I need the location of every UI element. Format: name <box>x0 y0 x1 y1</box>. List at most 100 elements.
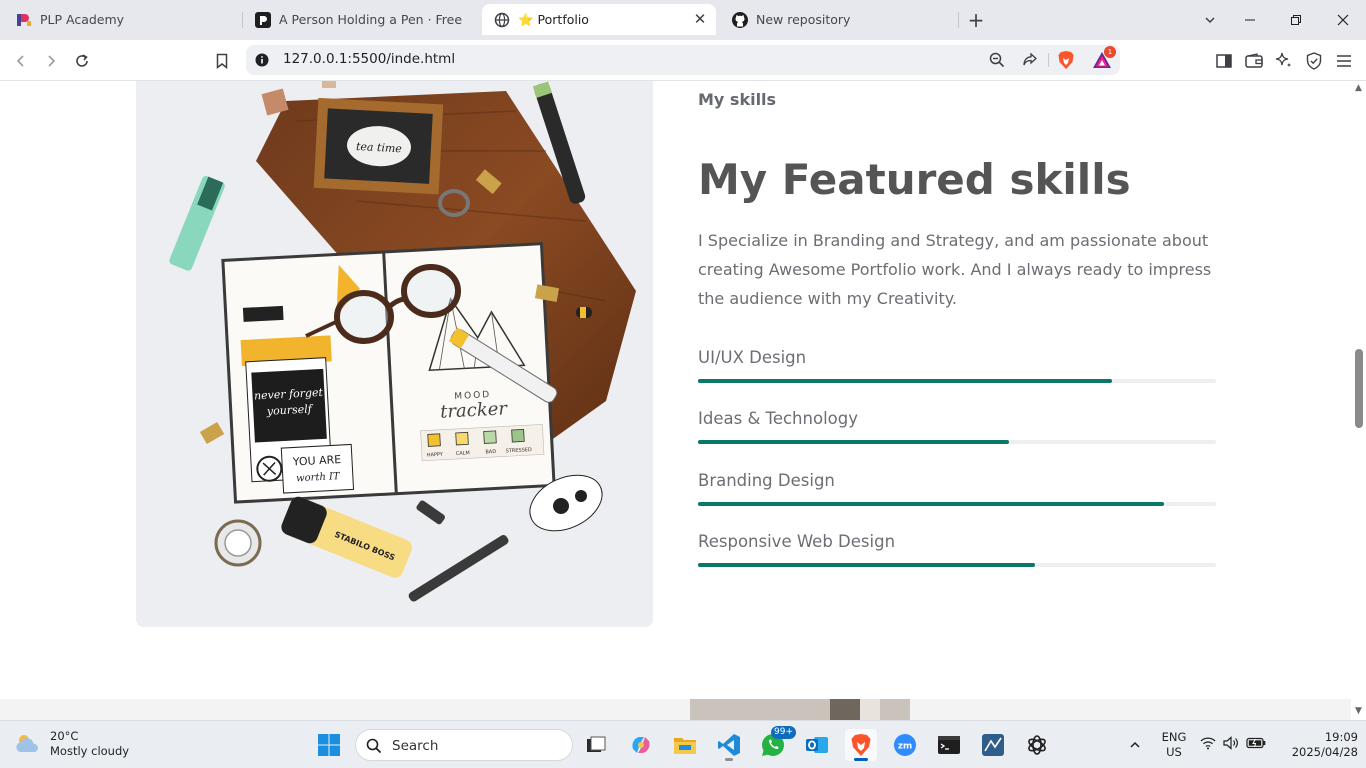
stationery-flatlay-image: never forget yourself YOU ARE worth IT M… <box>136 81 653 627</box>
taskbar-mysql-workbench[interactable] <box>977 729 1009 761</box>
tab-plp-academy[interactable]: PLP Academy <box>4 4 240 35</box>
skill-branding-design: Branding Design <box>698 471 1216 506</box>
tab-title: PLP Academy <box>40 12 125 27</box>
skill-progress-track <box>698 563 1216 567</box>
collage-worth-text: YOU ARE <box>291 453 341 469</box>
restore-window-button[interactable] <box>1284 8 1308 32</box>
tab-divider <box>958 12 959 28</box>
skill-label: UI/UX Design <box>698 348 807 367</box>
taskbar-terminal[interactable] <box>933 729 965 761</box>
address-bar[interactable]: 127.0.0.1:5500/inde.html 1 <box>246 45 1120 75</box>
close-window-button[interactable] <box>1331 8 1355 32</box>
bookmark-button[interactable] <box>209 48 235 74</box>
search-icon <box>366 738 382 754</box>
taskbar-search-box[interactable]: Search <box>355 729 573 761</box>
sidebar-toggle-button[interactable] <box>1211 48 1237 74</box>
system-tray-status[interactable] <box>1200 736 1266 750</box>
page-scrollbar[interactable]: ▲ ▼ <box>1351 81 1366 720</box>
chatgpt-icon <box>1028 735 1046 755</box>
tab-strip: PLP Academy A Person Holding a Pen · Fre… <box>0 0 1366 40</box>
weather-description: Mostly cloudy <box>50 744 130 758</box>
close-icon <box>1337 14 1349 26</box>
folder-icon <box>674 738 696 754</box>
tab-portfolio[interactable]: ⭐ Portfolio ✕ <box>482 4 716 35</box>
skill-progress-track <box>698 502 1216 506</box>
url-text: 127.0.0.1:5500/inde.html <box>283 51 456 67</box>
windows-taskbar: 20°C Mostly cloudy Search 99+ zm ENG US … <box>0 720 1366 768</box>
reload-button[interactable] <box>69 48 95 74</box>
weather-widget[interactable]: 20°C Mostly cloudy <box>14 729 129 759</box>
restore-icon <box>1291 15 1301 25</box>
wallet-button[interactable] <box>1241 48 1267 74</box>
input-language-indicator[interactable]: ENG US <box>1158 730 1190 760</box>
shield-icon <box>1306 52 1322 70</box>
vscode-icon <box>718 734 740 756</box>
tab-title: A Person Holding a Pen · Free Stock <box>279 12 465 27</box>
mood-label: HAPPY <box>427 452 444 459</box>
share-button[interactable] <box>1019 49 1041 71</box>
skills-photo: never forget yourself YOU ARE worth IT M… <box>136 81 653 627</box>
site-info-icon[interactable] <box>251 49 273 71</box>
brave-rewards-button[interactable]: 1 <box>1091 46 1116 71</box>
svg-text:yourself: yourself <box>266 402 314 417</box>
plp-logo-icon <box>16 12 32 28</box>
hamburger-menu-icon <box>1337 55 1351 67</box>
weather-temperature: 20°C <box>50 729 79 743</box>
vpn-button[interactable] <box>1301 48 1327 74</box>
whatsapp-badge: 99+ <box>771 726 796 739</box>
active-indicator <box>854 758 868 761</box>
tab-search-button[interactable] <box>1198 8 1222 32</box>
skill-label: Responsive Web Design <box>698 532 896 551</box>
taskbar-task-view[interactable] <box>580 729 612 761</box>
forward-button[interactable] <box>38 48 64 74</box>
cloudy-weather-icon <box>16 735 38 752</box>
zoom-out-icon <box>989 52 1005 68</box>
page-viewport: never forget yourself YOU ARE worth IT M… <box>0 81 1351 720</box>
tab-title: ⭐ Portfolio <box>518 11 589 27</box>
skill-progress-track <box>698 440 1216 444</box>
brave-browser-icon <box>851 734 871 756</box>
clock[interactable]: 19:09 2025/04/28 <box>1276 730 1358 760</box>
clock-date: 2025/04/28 <box>1291 745 1358 759</box>
github-icon <box>732 11 748 28</box>
zoom-button[interactable] <box>986 49 1008 71</box>
minimize-window-button[interactable] <box>1238 8 1262 32</box>
scroll-down-arrow-icon[interactable]: ▼ <box>1354 707 1363 716</box>
minimize-icon <box>1245 19 1255 21</box>
close-tab-icon[interactable]: ✕ <box>692 11 708 27</box>
plus-icon: + <box>967 8 985 32</box>
leo-ai-button[interactable] <box>1271 48 1297 74</box>
taskbar-vscode[interactable] <box>713 729 745 761</box>
svg-text:zm: zm <box>898 742 913 752</box>
tab-pexels[interactable]: A Person Holding a Pen · Free Stock <box>243 4 477 35</box>
tab-new-repository[interactable]: New repository <box>720 4 956 35</box>
pexels-logo-icon <box>255 11 271 28</box>
taskbar-whatsapp[interactable]: 99+ <box>757 726 796 761</box>
taskbar-zoom[interactable]: zm <box>889 729 921 761</box>
scrollbar-thumb[interactable] <box>1355 349 1363 428</box>
taskbar-file-explorer[interactable] <box>669 729 701 761</box>
rewards-badge: 1 <box>1104 46 1116 58</box>
show-hidden-icons-button[interactable] <box>1121 729 1149 761</box>
clock-time: 19:09 <box>1324 730 1358 744</box>
scroll-up-arrow-icon[interactable]: ▲ <box>1354 84 1363 93</box>
chevron-up-icon <box>1130 741 1140 748</box>
back-button[interactable] <box>8 48 34 74</box>
taskbar-copilot[interactable] <box>625 729 657 761</box>
sparkle-icon <box>1275 52 1292 68</box>
share-icon <box>1023 52 1037 66</box>
taskbar-outlook[interactable] <box>801 729 833 761</box>
search-placeholder: Search <box>392 738 439 754</box>
start-button[interactable] <box>313 729 345 761</box>
taskbar-brave[interactable] <box>845 729 877 761</box>
taskbar-chatgpt[interactable] <box>1021 729 1053 761</box>
brave-shields-button[interactable] <box>1055 49 1077 71</box>
new-tab-button[interactable]: + <box>964 8 988 32</box>
skill-progress-fill <box>698 379 1113 383</box>
section-description: I Specialize in Branding and Strategy, a… <box>698 231 1212 308</box>
skill-progress-track <box>698 379 1216 383</box>
back-arrow-icon <box>16 55 24 67</box>
skill-progress-fill <box>698 502 1165 506</box>
main-menu-button[interactable] <box>1331 48 1357 74</box>
zoom-app-icon: zm <box>894 734 916 756</box>
